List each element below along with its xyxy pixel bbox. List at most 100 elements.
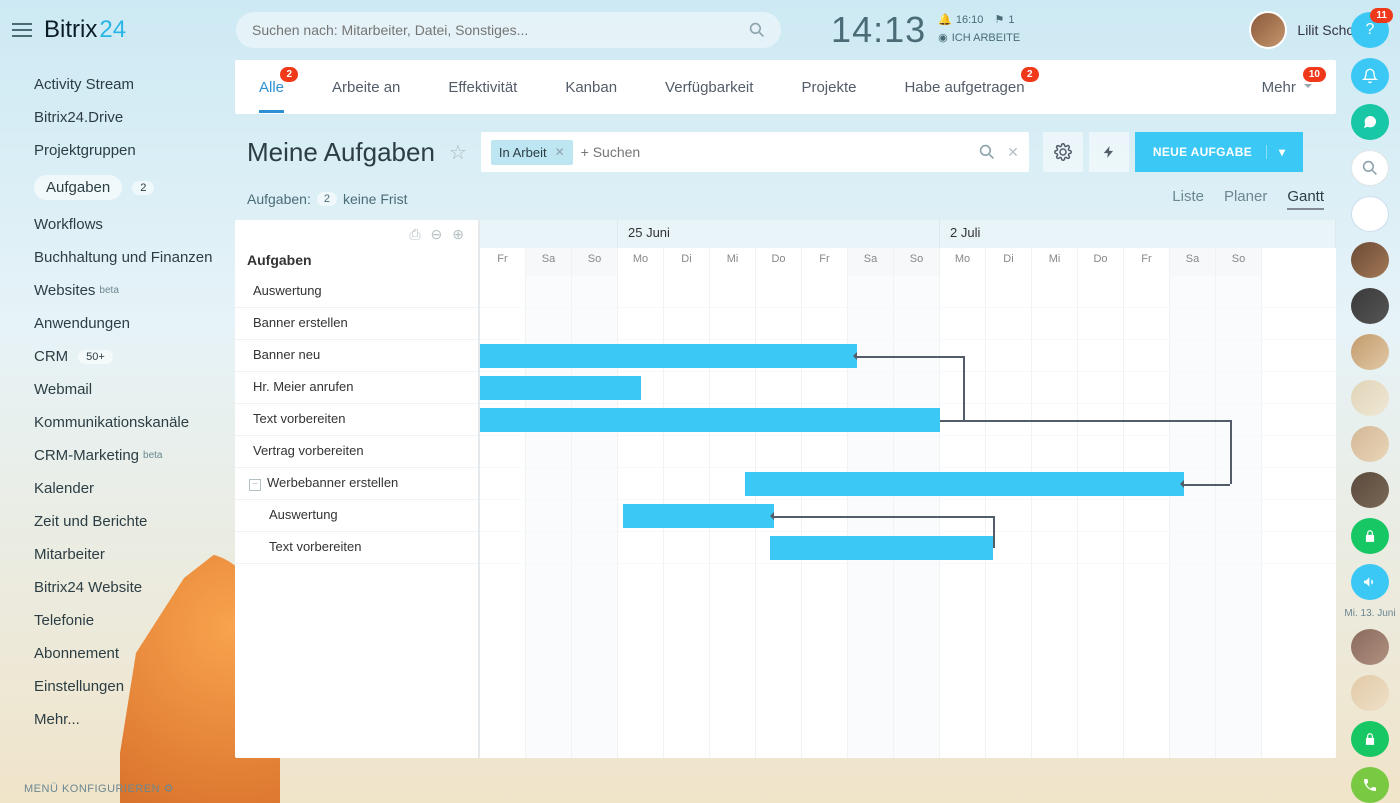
sidebar-item-3[interactable]: Aufgaben2 — [0, 167, 235, 208]
lock-button-1[interactable] — [1351, 518, 1389, 554]
clock-status: ICH ARBEITE — [952, 30, 1020, 48]
menu-icon[interactable] — [12, 23, 32, 37]
subbar-note: keine Frist — [343, 191, 408, 207]
sidebar-item-14[interactable]: Mitarbeiter — [0, 538, 235, 571]
bolt-button[interactable] — [1089, 132, 1129, 172]
contact-avatar-7[interactable] — [1351, 472, 1389, 508]
tab-5[interactable]: Projekte — [801, 79, 856, 96]
tab-1[interactable]: Arbeite an — [332, 79, 400, 96]
tab-4[interactable]: Verfügbarkeit — [665, 79, 753, 96]
sidebar-item-label: Activity Stream — [34, 76, 134, 93]
task-row[interactable]: Auswertung — [235, 276, 478, 308]
sidebar-item-7[interactable]: Anwendungen — [0, 307, 235, 340]
contact-avatar-3[interactable] — [1351, 288, 1389, 324]
lock-button-2[interactable] — [1351, 721, 1389, 757]
sidebar-item-2[interactable]: Projektgruppen — [0, 134, 235, 167]
tab-2[interactable]: Effektivität — [448, 79, 517, 96]
task-row[interactable]: Auswertung — [235, 500, 478, 532]
record-icon: ◉ — [938, 30, 948, 48]
gantt-bar[interactable] — [770, 536, 993, 560]
contact-avatar-4[interactable] — [1351, 334, 1389, 370]
sidebar-item-19[interactable]: Mehr... — [0, 703, 235, 736]
day-header: Fr — [802, 248, 848, 276]
star-icon[interactable]: ☆ — [449, 140, 467, 165]
task-row[interactable]: −Werbebanner erstellen — [235, 468, 478, 500]
sidebar-item-17[interactable]: Abonnement — [0, 637, 235, 670]
day-header: So — [894, 248, 940, 276]
chevron-down-icon[interactable]: ▾ — [1266, 145, 1285, 159]
right-col-date: Mi. 13. Juni — [1344, 608, 1395, 619]
sidebar-item-12[interactable]: Kalender — [0, 472, 235, 505]
contact-avatar-1[interactable] — [1351, 196, 1389, 232]
tab-more[interactable]: Mehr 10 — [1262, 79, 1312, 96]
sidebar-item-5[interactable]: Buchhaltung und Finanzen — [0, 241, 235, 274]
sidebar-item-18[interactable]: Einstellungen — [0, 670, 235, 703]
contact-avatar-2[interactable] — [1351, 242, 1389, 278]
sidebar-item-15[interactable]: Bitrix24 Website — [0, 571, 235, 604]
task-row[interactable]: Text vorbereiten — [235, 404, 478, 436]
contact-avatar-5[interactable] — [1351, 380, 1389, 416]
view-switcher: Liste Planer Gantt — [1172, 188, 1324, 210]
filter-close-icon[interactable]: ✕ — [1007, 144, 1019, 161]
tab-6[interactable]: Habe aufgetragen2 — [904, 79, 1024, 96]
sidebar-item-10[interactable]: Kommunikationskanäle — [0, 406, 235, 439]
task-row[interactable]: Hr. Meier anrufen — [235, 372, 478, 404]
day-header: Sa — [1170, 248, 1216, 276]
task-row[interactable]: Text vorbereiten — [235, 532, 478, 564]
contact-avatar-9[interactable] — [1351, 675, 1389, 711]
sidebar-item-16[interactable]: Telefonie — [0, 604, 235, 637]
global-search-input[interactable] — [252, 22, 749, 38]
task-row[interactable]: Vertrag vorbereiten — [235, 436, 478, 468]
sidebar-item-6[interactable]: Websitesbeta — [0, 274, 235, 307]
gantt-bar[interactable] — [480, 376, 641, 400]
titlebar: Meine Aufgaben ☆ In Arbeit✕ ✕ NEUE AUFGA… — [235, 114, 1336, 184]
brand-logo[interactable]: Bitrix24 — [44, 16, 126, 44]
view-list[interactable]: Liste — [1172, 188, 1204, 210]
notifications-button[interactable] — [1351, 58, 1389, 94]
clock-block[interactable]: 14:13 🔔16:10 ⚑1 ◉ICH ARBEITE — [831, 9, 1020, 51]
zoom-in-icon[interactable]: ⊕ — [452, 226, 464, 243]
megaphone-button[interactable] — [1351, 564, 1389, 600]
view-planner[interactable]: Planer — [1224, 188, 1267, 210]
sidebar-item-label: Webmail — [34, 381, 92, 398]
tab-0[interactable]: Alle2 — [259, 79, 284, 96]
sidebar-item-1[interactable]: Bitrix24.Drive — [0, 101, 235, 134]
help-button[interactable]: ?11 — [1351, 12, 1389, 48]
gantt-bar[interactable] — [480, 408, 940, 432]
lock-icon — [1363, 529, 1377, 543]
view-gantt[interactable]: Gantt — [1287, 188, 1324, 210]
phone-button[interactable] — [1351, 767, 1389, 803]
filter-input[interactable] — [581, 144, 972, 160]
task-row[interactable]: Banner neu — [235, 340, 478, 372]
tab-3[interactable]: Kanban — [565, 79, 617, 96]
sidebar-item-label: CRM-Marketing — [34, 447, 139, 464]
chat-button[interactable] — [1351, 104, 1389, 140]
sidebar-item-0[interactable]: Activity Stream — [0, 68, 235, 101]
global-search[interactable] — [236, 12, 781, 48]
settings-button[interactable] — [1043, 132, 1083, 172]
search-icon[interactable] — [979, 144, 995, 160]
filter-box[interactable]: In Arbeit✕ ✕ — [481, 132, 1029, 172]
gantt-column-title: Aufgaben — [235, 248, 478, 276]
sidebar-item-label: Mehr... — [34, 711, 80, 728]
contact-avatar-6[interactable] — [1351, 426, 1389, 462]
gantt-bar[interactable] — [623, 504, 775, 528]
collapse-icon[interactable]: − — [249, 479, 261, 491]
sidebar-item-label: Kommunikationskanäle — [34, 414, 189, 431]
contact-avatar-8[interactable] — [1351, 629, 1389, 665]
day-header: Do — [1078, 248, 1124, 276]
user-avatar[interactable] — [1249, 11, 1287, 49]
sidebar-item-9[interactable]: Webmail — [0, 373, 235, 406]
sidebar-item-11[interactable]: CRM-Marketingbeta — [0, 439, 235, 472]
print-icon[interactable]: ⎙ — [409, 226, 420, 243]
zoom-out-icon[interactable]: ⊖ — [431, 226, 443, 243]
chip-close-icon[interactable]: ✕ — [555, 145, 565, 159]
task-row[interactable]: Banner erstellen — [235, 308, 478, 340]
new-task-button[interactable]: NEUE AUFGABE ▾ — [1135, 132, 1304, 172]
gantt-bar[interactable] — [480, 344, 857, 368]
magnifier-button[interactable] — [1351, 150, 1389, 186]
sidebar-item-13[interactable]: Zeit und Berichte — [0, 505, 235, 538]
sidebar-item-8[interactable]: CRM50+ — [0, 340, 235, 373]
gantt-bar[interactable] — [745, 472, 1184, 496]
sidebar-item-4[interactable]: Workflows — [0, 208, 235, 241]
